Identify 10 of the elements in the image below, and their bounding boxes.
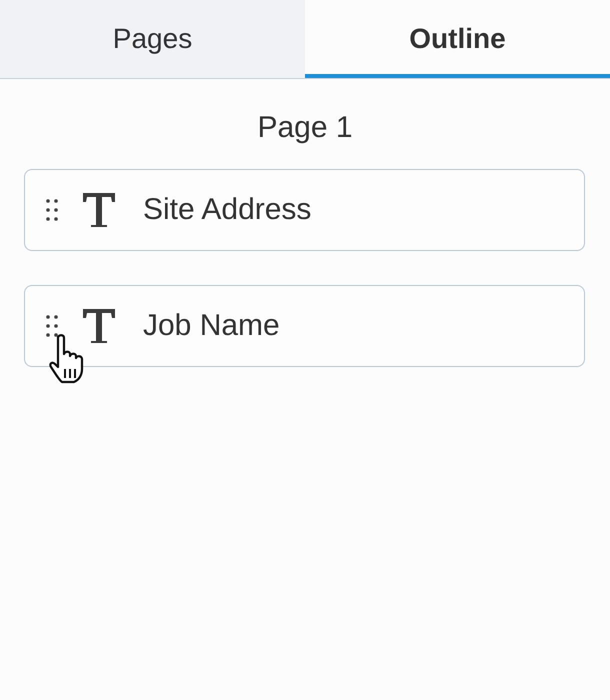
drag-handle-icon[interactable] bbox=[45, 314, 59, 338]
item-label: Job Name bbox=[143, 309, 280, 343]
tab[interactable]: Pages bbox=[0, 0, 305, 78]
drag-handle-icon[interactable] bbox=[45, 198, 59, 222]
page-title: Page 1 bbox=[256, 111, 354, 145]
text-icon bbox=[81, 191, 117, 229]
outline-item[interactable]: Job Name bbox=[24, 285, 585, 367]
outline-item[interactable]: Site Address bbox=[24, 169, 585, 251]
text-icon bbox=[81, 307, 117, 345]
item-label: Site Address bbox=[143, 193, 312, 227]
